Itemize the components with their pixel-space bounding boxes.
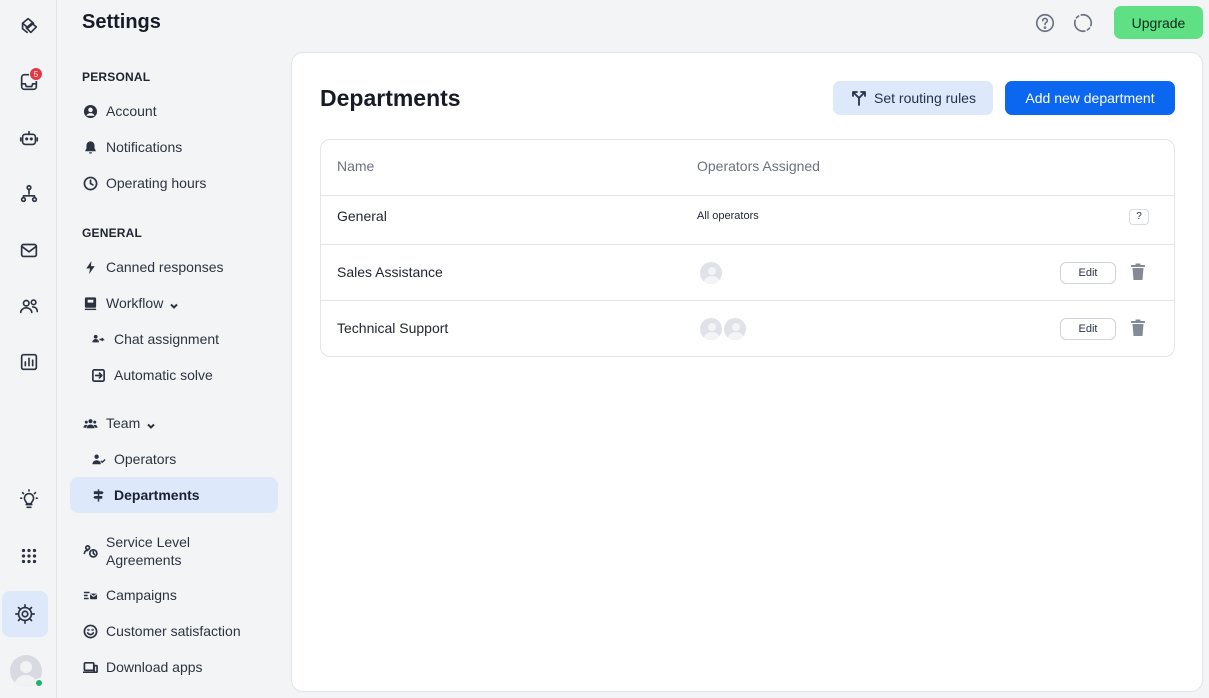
add-new-department-button[interactable]: Add new department — [1005, 81, 1175, 115]
nav-departments[interactable]: Departments — [70, 477, 278, 513]
settings-title: Settings — [82, 11, 161, 33]
nav-team-label: Team — [106, 415, 141, 431]
nav-operators[interactable]: Operators — [70, 441, 278, 477]
sla-icon — [82, 543, 98, 559]
table-row[interactable]: Technical Support Edit — [321, 301, 1174, 356]
nav-download-apps-label: Download apps — [106, 659, 203, 675]
edit-button[interactable]: Edit — [1060, 262, 1116, 284]
signpost-icon — [90, 487, 106, 503]
nav-sla-label: Service Level Agreements — [106, 533, 190, 569]
mail-icon[interactable] — [9, 230, 49, 270]
nav-service-level-agreements[interactable]: Service Level Agreements — [70, 531, 278, 571]
trash-icon[interactable] — [1130, 319, 1146, 337]
workflow-icon — [82, 295, 98, 311]
nav-account[interactable]: Account — [70, 93, 278, 129]
chevron-down-icon — [169, 298, 179, 309]
nav-chat-assignment[interactable]: Chat assignment — [70, 321, 278, 357]
edit-button[interactable]: Edit — [1060, 318, 1116, 340]
exit-arrow-icon — [90, 367, 106, 383]
inbox-badge: 5 — [29, 67, 43, 81]
set-routing-rules-label: Set routing rules — [874, 90, 976, 106]
set-routing-rules-button[interactable]: Set routing rules — [833, 81, 993, 115]
trash-icon[interactable] — [1130, 263, 1146, 281]
help-icon[interactable] — [1034, 12, 1056, 34]
campaigns-icon — [82, 587, 98, 603]
nav-canned-responses-label: Canned responses — [106, 259, 224, 275]
bell-icon — [82, 139, 98, 155]
nav-automatic-solve[interactable]: Automatic solve — [70, 357, 278, 393]
main-panel: Departments Set routing rules Add new de… — [291, 52, 1203, 692]
analytics-icon[interactable] — [9, 342, 49, 382]
department-name: Technical Support — [337, 320, 449, 336]
table-header-row: Name Operators Assigned — [321, 140, 1174, 196]
nav-campaigns[interactable]: Campaigns — [70, 577, 278, 613]
nav-chat-assignment-label: Chat assignment — [114, 331, 220, 347]
team-icon — [82, 415, 98, 431]
nav-workflow-label: Workflow — [106, 295, 164, 311]
nav-customer-satisfaction[interactable]: Customer satisfaction — [70, 613, 278, 649]
chat-assignment-icon — [90, 331, 106, 347]
clock-icon — [82, 175, 98, 191]
nav-operating-hours-label: Operating hours — [106, 175, 207, 191]
nav-team[interactable]: Team — [70, 405, 278, 441]
department-name: General — [337, 208, 387, 224]
nav-campaigns-label: Campaigns — [106, 587, 177, 603]
hierarchy-icon[interactable] — [9, 174, 49, 214]
operator-icon — [90, 451, 106, 467]
apps-grid-icon[interactable] — [9, 536, 49, 576]
column-header-operators: Operators Assigned — [697, 158, 820, 174]
inbox-icon[interactable]: 5 — [9, 62, 49, 102]
operator-avatar — [722, 316, 748, 342]
nav-canned-responses[interactable]: Canned responses — [70, 249, 278, 285]
page-title: Departments — [320, 85, 461, 111]
logo-icon[interactable] — [9, 6, 49, 46]
nav-operators-label: Operators — [114, 451, 177, 467]
nav-operating-hours[interactable]: Operating hours — [70, 165, 278, 201]
routing-fork-icon — [852, 91, 866, 106]
department-name: Sales Assistance — [337, 264, 443, 280]
sla-label-line1: Service Level — [106, 534, 191, 550]
table-row[interactable]: Sales Assistance Edit — [321, 245, 1174, 301]
account-icon — [82, 103, 98, 119]
help-badge[interactable]: ? — [1129, 209, 1149, 225]
general-section-title: GENERAL — [82, 226, 143, 240]
upgrade-button[interactable]: Upgrade — [1114, 6, 1203, 39]
personal-section-title: PERSONAL — [82, 70, 151, 84]
settings-gear-icon[interactable] — [2, 591, 48, 637]
nav-customer-satisfaction-label: Customer satisfaction — [106, 623, 241, 639]
nav-automatic-solve-label: Automatic solve — [114, 367, 213, 383]
nav-workflow[interactable]: Workflow — [70, 285, 278, 321]
column-header-name: Name — [337, 158, 375, 174]
lightbulb-icon[interactable] — [9, 480, 49, 520]
operator-avatar — [698, 260, 724, 286]
operators-assigned-text: All operators — [697, 210, 759, 222]
bot-icon[interactable] — [9, 118, 49, 158]
contacts-icon[interactable] — [9, 286, 49, 326]
smiley-icon — [82, 623, 98, 639]
table-row[interactable]: General All operators ? — [321, 189, 1174, 245]
chevron-down-icon — [146, 418, 156, 429]
nav-account-label: Account — [106, 103, 157, 119]
lightning-icon — [82, 259, 98, 275]
nav-notifications[interactable]: Notifications — [70, 129, 278, 165]
nav-download-apps[interactable]: Download apps — [70, 649, 278, 685]
nav-notifications-label: Notifications — [106, 139, 183, 155]
operator-avatar — [698, 316, 724, 342]
online-status-dot — [34, 678, 44, 688]
app-rail: 5 — [0, 0, 57, 698]
nav-departments-label: Departments — [114, 487, 200, 503]
departments-table: Name Operators Assigned General All oper… — [320, 139, 1175, 357]
sla-label-line2: Agreements — [106, 552, 182, 568]
loading-status-icon[interactable] — [1072, 12, 1094, 34]
devices-icon — [82, 659, 98, 675]
